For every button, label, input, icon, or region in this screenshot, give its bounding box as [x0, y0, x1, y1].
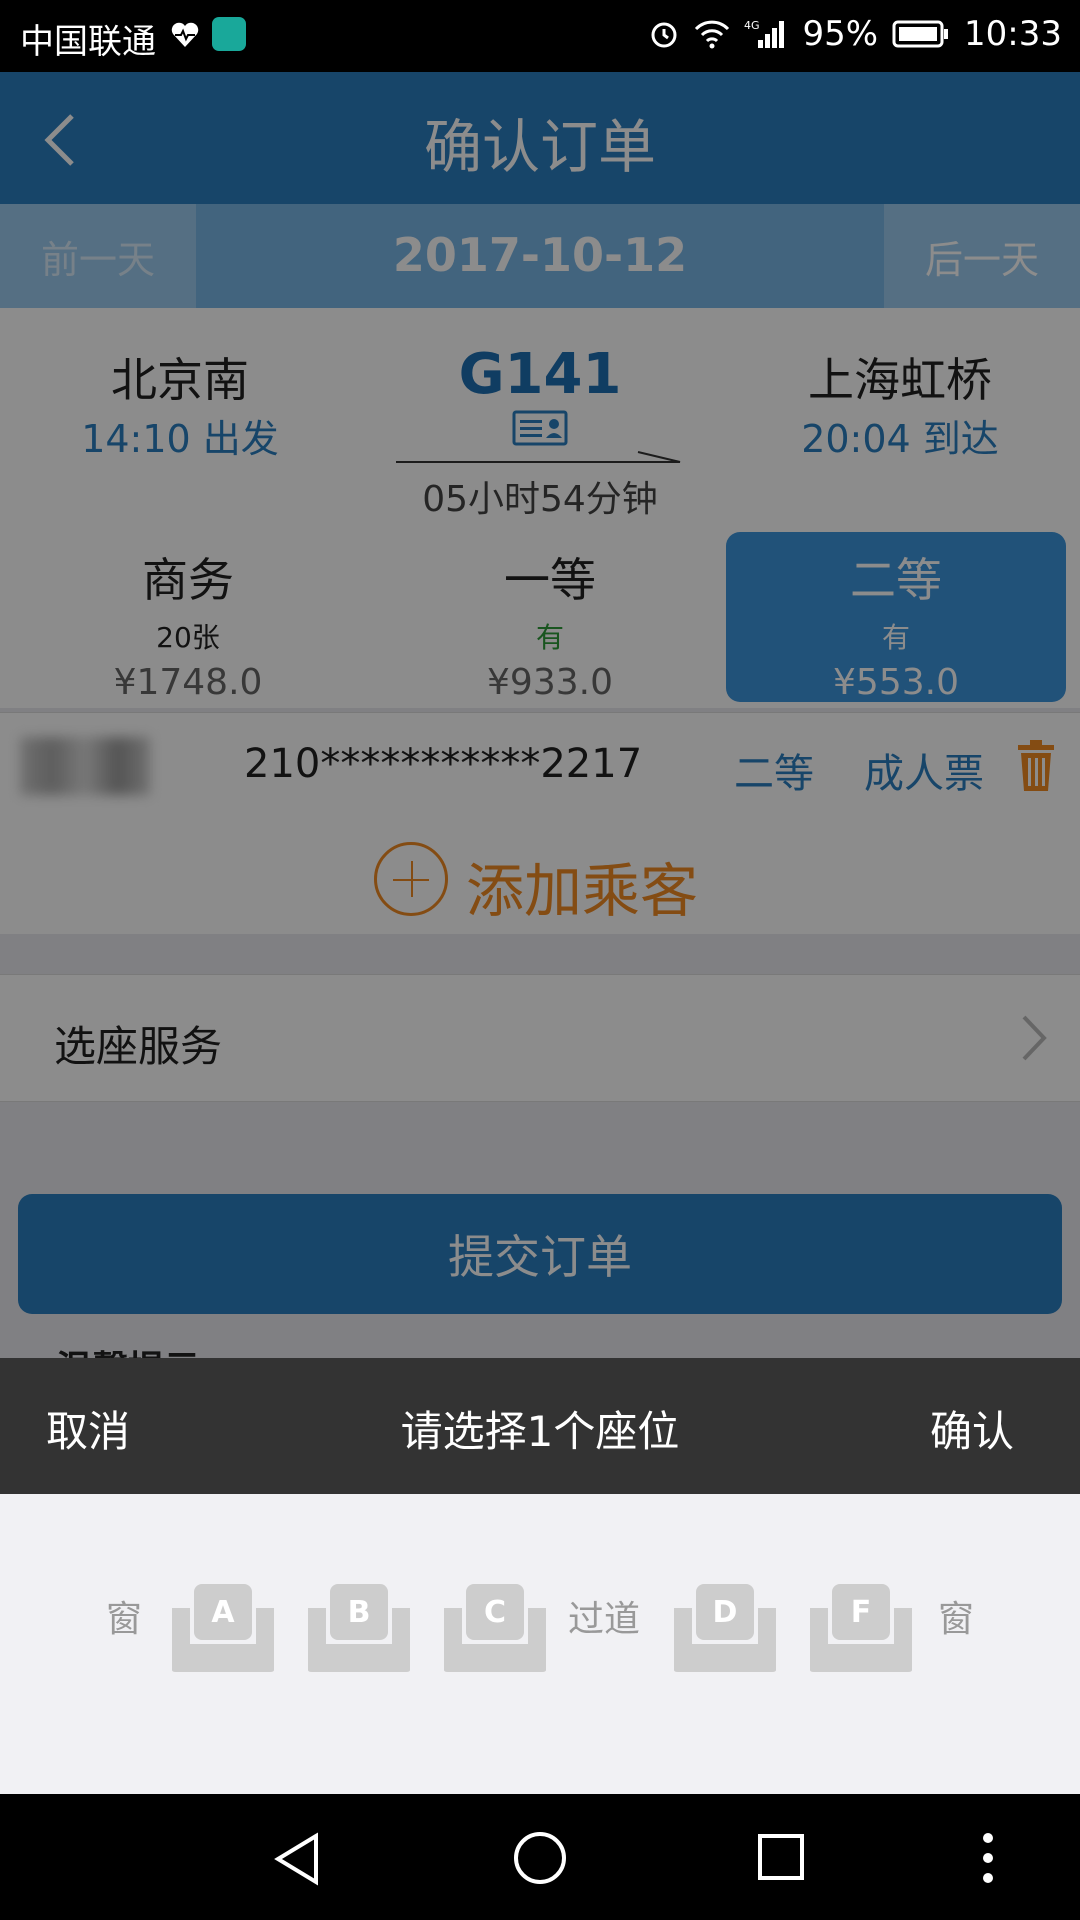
seat-letter: A [211, 1595, 235, 1630]
heart-rate-icon [171, 22, 199, 47]
nav-recents-icon[interactable] [756, 1832, 806, 1882]
clock: 10:33 [964, 14, 1062, 54]
modal-backdrop[interactable] [0, 72, 1080, 1358]
app-notification-icon [212, 17, 246, 51]
confirm-button[interactable]: 确认 [930, 1398, 1014, 1459]
alarm-icon [651, 22, 677, 48]
seat-letter: F [851, 1595, 872, 1630]
seat-picker-header: 取消 请选择1个座位 确认 [0, 1358, 1080, 1494]
seat-d[interactable]: D [672, 1578, 778, 1674]
seat-c[interactable]: C [442, 1578, 548, 1674]
battery-percent: 95% [802, 14, 879, 54]
seat-picker-prompt: 请选择1个座位 [400, 1407, 680, 1456]
seat-picker-body: 窗 A B C 过道 D F 窗 [0, 1494, 1080, 1794]
seat-a[interactable]: A [170, 1578, 276, 1674]
carrier-name: 中国联通 [20, 22, 156, 62]
seat-letter: C [484, 1595, 506, 1630]
signal-icon: 4G [744, 19, 785, 48]
network-type: 4G [744, 19, 760, 32]
seat-f[interactable]: F [808, 1578, 914, 1674]
window-label-right: 窗 [938, 1599, 975, 1640]
window-label-left: 窗 [106, 1599, 143, 1640]
seat-letter: D [713, 1595, 738, 1630]
seat-b[interactable]: B [306, 1578, 412, 1674]
nav-menu-icon[interactable] [980, 1830, 996, 1886]
status-bar: 中国联通 4G 95% 10:33 [0, 0, 1080, 72]
seat-letter: B [348, 1595, 371, 1630]
nav-home-icon[interactable] [512, 1830, 568, 1886]
nav-back-icon[interactable] [272, 1832, 322, 1886]
wifi-icon [695, 20, 730, 49]
status-right: 4G 95% 10:33 [648, 14, 1062, 54]
aisle-label: 过道 [568, 1599, 641, 1640]
system-nav-bar [0, 1794, 1080, 1920]
battery-icon [892, 20, 949, 48]
